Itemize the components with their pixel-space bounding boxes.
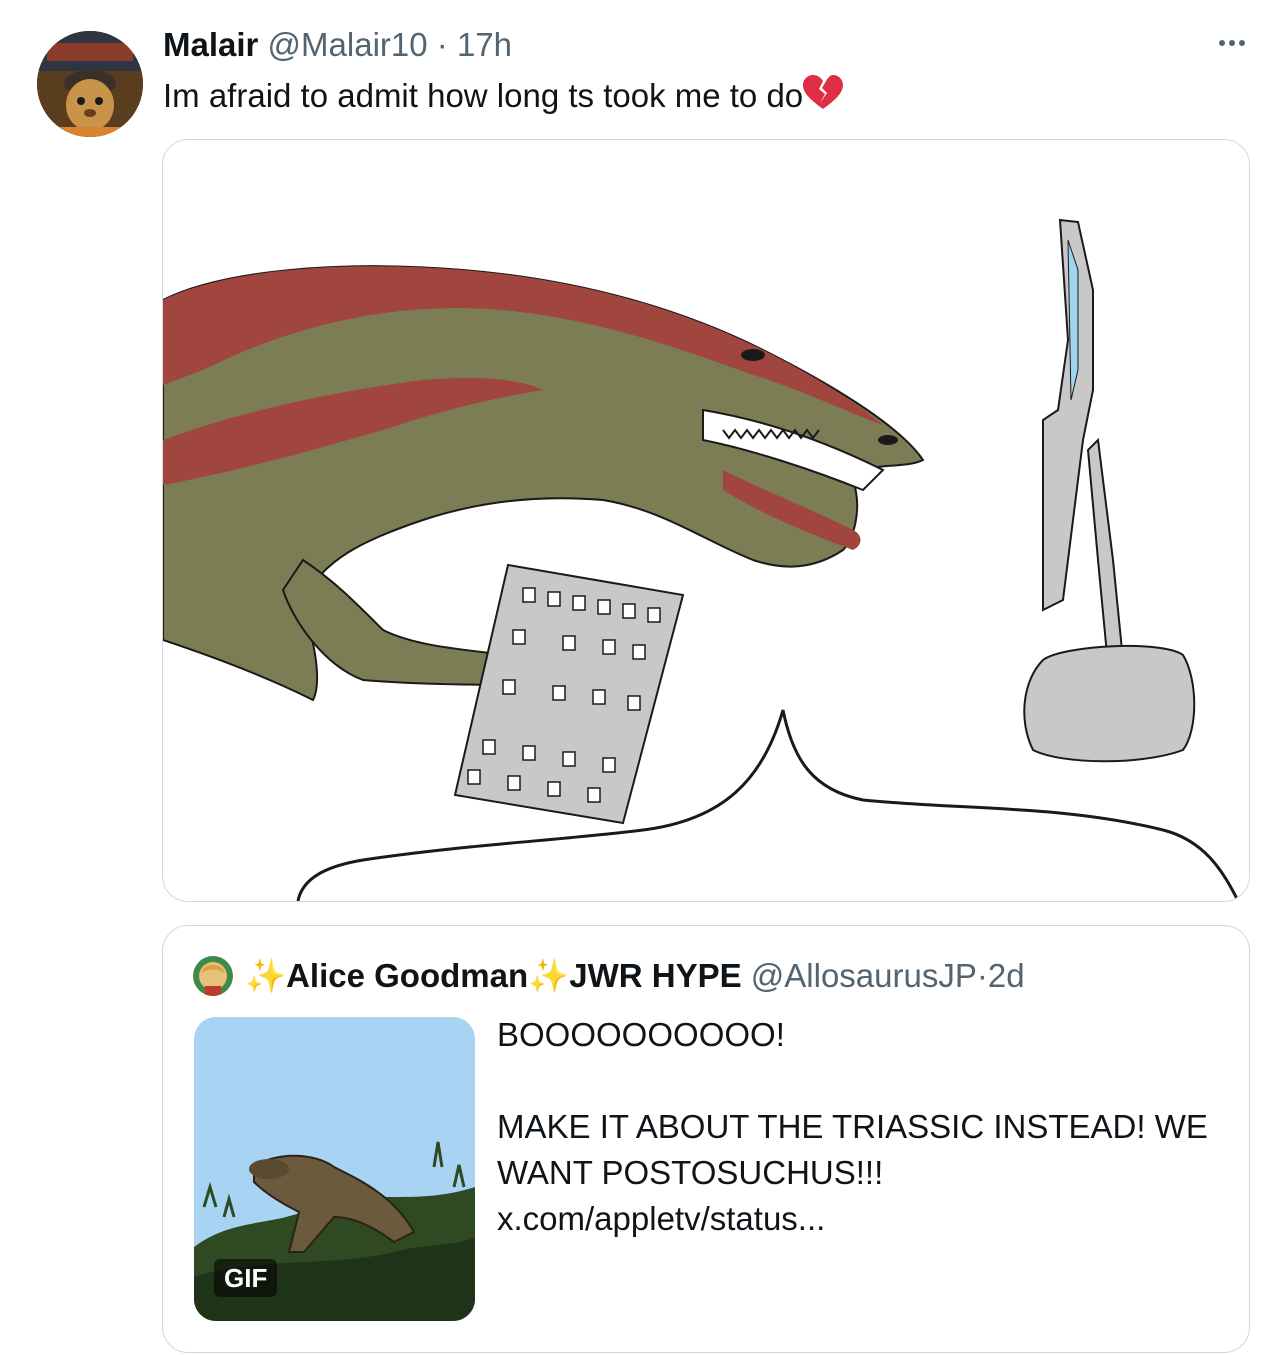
quoted-tweet-time[interactable]: 2d (988, 957, 1025, 994)
quoted-header-separator: · (976, 957, 988, 994)
author-handle[interactable]: @Malair10 (268, 26, 428, 63)
avatar-image (37, 31, 143, 137)
quoted-text-line: BOOOOOOOOOO! (497, 1016, 785, 1053)
dinosaur-typing-drawing (163, 140, 1249, 901)
tweet-header: Malair @Malair10 · 17h (163, 24, 512, 66)
tweet-text: Im afraid to admit how long ts took me t… (163, 77, 804, 114)
sparkle-icon: ✨ (245, 957, 287, 994)
quoted-author-handle[interactable]: @AllosaurusJP (751, 957, 977, 994)
more-options-icon[interactable] (1214, 28, 1250, 58)
sparkle-icon: ✨ (528, 957, 570, 994)
quoted-author-suffix[interactable]: JWR HYPE (569, 957, 741, 994)
quoted-author-name[interactable]: Alice Goodman (286, 957, 528, 994)
gif-badge: GIF (214, 1259, 278, 1297)
header-separator: · (436, 26, 448, 63)
tweet-media[interactable] (162, 139, 1250, 902)
quoted-tweet-text: BOOOOOOOOOO! MAKE IT ABOUT THE TRIASSIC … (497, 1012, 1217, 1242)
quoted-media-gif[interactable]: GIF (194, 1017, 475, 1321)
author-name[interactable]: Malair (163, 26, 258, 63)
quoted-author-avatar[interactable] (193, 956, 233, 996)
tweet-time[interactable]: 17h (457, 26, 512, 63)
broken-heart-icon (803, 75, 844, 122)
quoted-tweet-header: ✨Alice Goodman✨JWR HYPE @AllosaurusJP·2d (245, 954, 1025, 998)
quoted-tweet[interactable]: ✨Alice Goodman✨JWR HYPE @AllosaurusJP·2d… (162, 925, 1250, 1353)
tweet-text-row: Im afraid to admit how long ts took me t… (163, 74, 844, 122)
quoted-text-line: MAKE IT ABOUT THE TRIASSIC INSTEAD! WE W… (497, 1108, 1208, 1237)
author-avatar[interactable] (37, 31, 143, 137)
